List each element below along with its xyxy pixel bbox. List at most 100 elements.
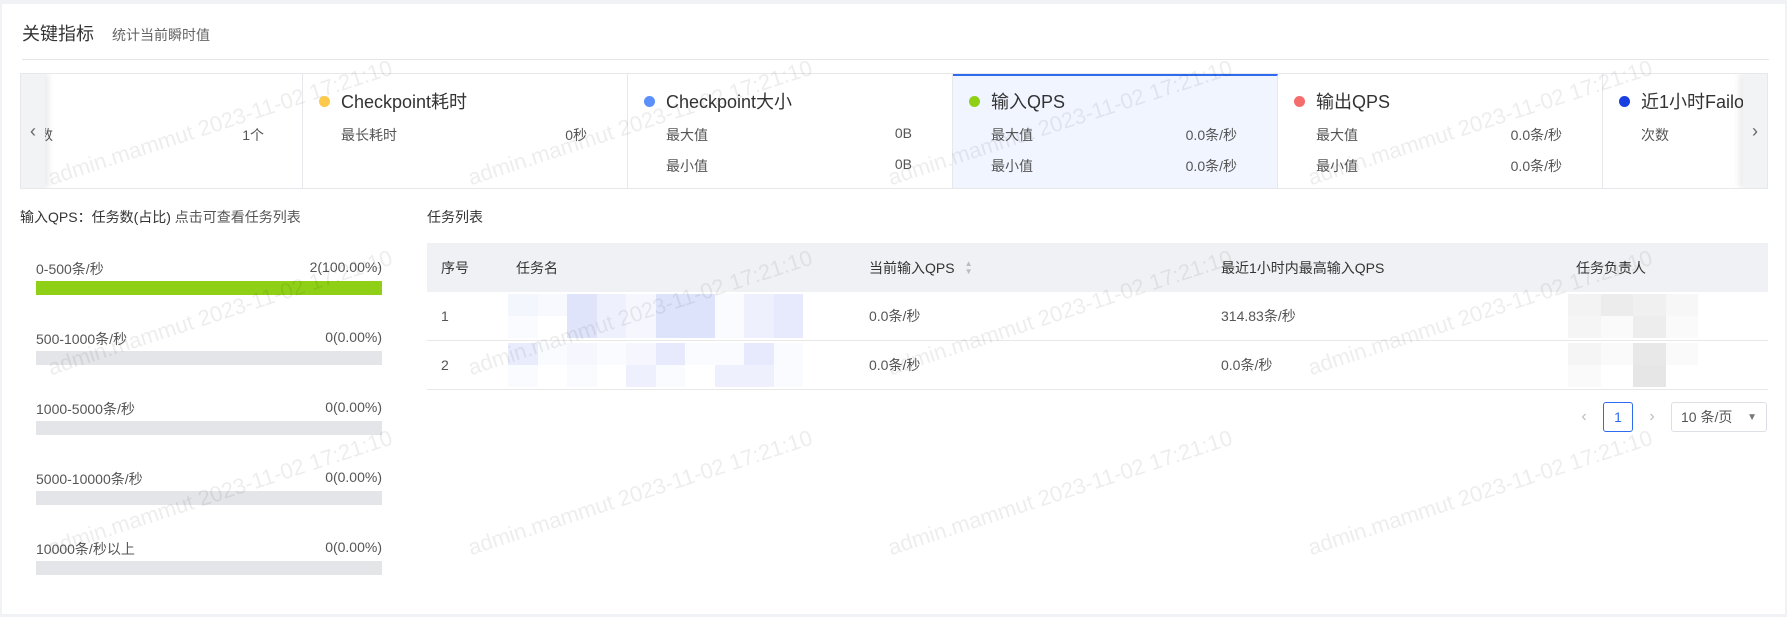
metric-value: 0.0条/秒 [1185,158,1237,174]
metric-row: 最大值 0.0条/秒 [1316,125,1562,145]
qps-range-item[interactable]: 500-1000条/秒 0(0.00%) [36,329,382,365]
metric-value: 1个 [242,127,264,143]
qps-distribution-title: 输入QPS：任务数(占比) 点击可查看任务列表 [20,207,301,227]
status-dot-icon [1294,95,1305,107]
header-divider [22,59,1769,60]
metric-value: 0秒 [565,127,587,143]
range-bar [36,351,382,365]
next-page-button[interactable]: › [1643,408,1661,426]
qps-range-item[interactable]: 5000-10000条/秒 0(0.00%) [36,469,382,505]
cell-owner [1562,294,1768,338]
range-label: 500-1000条/秒 [36,331,128,347]
cell-task-name[interactable] [502,343,855,387]
range-bar [36,491,382,505]
range-label: 0-500条/秒 [36,261,104,277]
metric-label: 最大值 [666,127,708,143]
cell-task-name[interactable] [502,294,855,338]
metric-card-partial[interactable]: 数 1个 [21,74,303,188]
metric-card-checkpoint-duration[interactable]: Checkpoint耗时 最长耗时 0秒 [303,74,628,188]
status-dot-icon [1619,95,1630,107]
metric-value: 0B [894,125,912,141]
cell-index: 2 [441,357,449,373]
carousel-next-button[interactable]: › [1743,74,1767,188]
metric-carousel: ‹ 数 1个 Checkpoint耗时 最长耗时 0秒 Checkpoint大小… [20,73,1768,189]
range-bar [36,281,382,295]
cell-current-qps: 0.0条/秒 [869,308,921,324]
metric-card-output-qps[interactable]: 输出QPS 最大值 0.0条/秒 最小值 0.0条/秒 [1278,74,1603,188]
page-title: 关键指标 [22,24,94,44]
cell-owner [1562,343,1768,387]
metric-title-text: 近1小时Failov [1641,92,1754,112]
chevron-left-icon: ‹ [30,120,36,141]
metric-value: 0.0条/秒 [1185,127,1237,143]
carousel-prev-button[interactable]: ‹ [21,74,45,188]
metric-label: 最长耗时 [341,127,397,143]
status-dot-icon [319,95,330,107]
cell-index: 1 [441,308,449,324]
metric-row: 最大值 0B [666,125,912,145]
cell-max-qps: 0.0条/秒 [1221,357,1273,373]
metric-title-text: 输入QPS [991,92,1066,112]
metric-card-checkpoint-size[interactable]: Checkpoint大小 最大值 0B 最小值 0B [628,74,953,188]
column-header-owner: 任务负责人 [1576,259,1646,276]
metric-card-title: Checkpoint耗时 [319,88,467,114]
qps-range-item[interactable]: 10000条/秒以上 0(0.00%) [36,539,382,575]
pagination: ‹ 1 › 10 条/页 ▼ [1575,402,1767,432]
redacted-task-name [508,343,833,387]
range-value: 2(100.00%) [309,259,382,275]
cell-max-qps: 314.83条/秒 [1221,308,1296,324]
redacted-owner [1568,294,1698,338]
metric-label: 最小值 [1316,158,1358,174]
table-row[interactable]: 1 0.0条/秒 314.83条/秒 [427,292,1768,341]
range-label: 10000条/秒以上 [36,541,135,557]
column-header-label: 当前输入QPS [869,259,955,276]
metric-row: 最小值 0B [666,156,912,176]
metric-card-title: 输入QPS [969,88,1065,114]
redacted-task-name [508,294,833,338]
metric-card-title: 近1小时Failov [1619,88,1753,114]
metric-value: 0.0条/秒 [1510,127,1562,143]
column-header-task-name: 任务名 [516,259,558,276]
table-header: 序号 任务名 当前输入QPS ▲ ▼ 最近1小时内最高输入QPS 任务负责人 [427,243,1768,292]
status-dot-icon [969,95,980,107]
metric-label: 最小值 [991,158,1033,174]
redacted-owner [1568,343,1698,387]
range-value: 0(0.00%) [325,329,382,345]
panel-header: 关键指标 统计当前瞬时值 [22,20,210,44]
range-value: 0(0.00%) [325,469,382,485]
metric-card-title: 输出QPS [1294,88,1390,114]
metric-label: 最小值 [666,158,708,174]
chevron-left-icon: ‹ [1581,408,1587,425]
page-size-select[interactable]: 10 条/页 ▼ [1671,402,1767,432]
metric-label: 次数 [1641,127,1669,143]
metric-title-text: Checkpoint耗时 [341,92,468,112]
metric-label: 最大值 [1316,127,1358,143]
sort-icon[interactable]: ▲ ▼ [965,259,973,276]
task-table: 序号 任务名 当前输入QPS ▲ ▼ 最近1小时内最高输入QPS 任务负责人 1 … [427,243,1768,390]
range-label: 5000-10000条/秒 [36,471,143,487]
qps-range-item[interactable]: 0-500条/秒 2(100.00%) [36,259,382,295]
table-row[interactable]: 2 0.0条/秒 0.0条/秒 [427,341,1768,390]
status-dot-icon [644,95,655,107]
column-header-index: 序号 [441,259,469,276]
cell-current-qps: 0.0条/秒 [869,357,921,373]
metric-row: 最长耗时 0秒 [341,125,587,145]
metric-title-text: Checkpoint大小 [666,92,793,112]
metric-row: 最小值 0.0条/秒 [991,156,1237,176]
column-header-current-qps[interactable]: 当前输入QPS ▲ ▼ [855,258,1207,278]
page-number-button[interactable]: 1 [1603,402,1633,432]
range-label: 1000-5000条/秒 [36,401,135,417]
distribution-hint: 点击可查看任务列表 [174,209,301,225]
metric-card-title: Checkpoint大小 [644,88,792,114]
range-value: 0(0.00%) [325,399,382,415]
caret-down-icon: ▼ [1747,411,1757,423]
page-subtitle: 统计当前瞬时值 [112,27,210,43]
range-bar [36,561,382,575]
prev-page-button[interactable]: ‹ [1575,408,1593,426]
metric-value: 0B [894,156,912,172]
task-list-title: 任务列表 [427,209,483,225]
qps-range-item[interactable]: 1000-5000条/秒 0(0.00%) [36,399,382,435]
metric-value: 0.0条/秒 [1510,158,1562,174]
metric-card-input-qps[interactable]: 输入QPS 最大值 0.0条/秒 最小值 0.0条/秒 [953,74,1278,188]
range-bar [36,421,382,435]
